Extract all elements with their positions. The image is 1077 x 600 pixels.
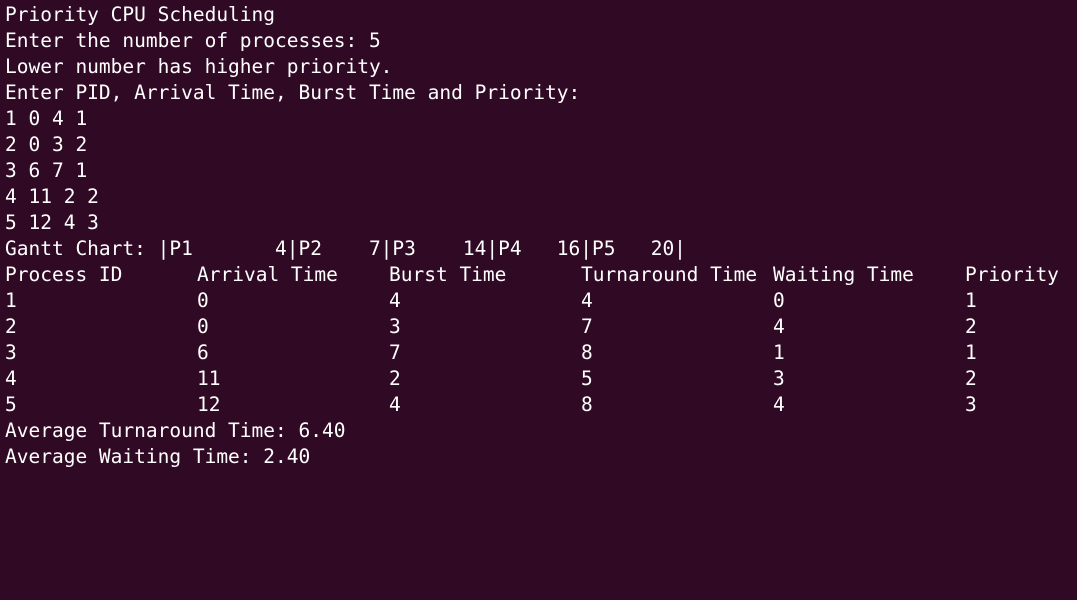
cell-burst-time: 3 [389,315,401,338]
cell-burst-time: 7 [389,341,401,364]
cell-burst-time: 4 [389,393,401,416]
header-priority: Priority [965,263,1059,286]
cell-turnaround-time: 8 [581,341,593,364]
cell-waiting-time: 4 [773,393,785,416]
cell-process-id: 5 [5,393,17,416]
input-line: 4 11 2 2 [5,185,99,208]
table-header-row: Process ID Arrival Time Burst Time Turna… [5,262,1077,288]
header-process-id: Process ID [5,263,123,286]
input-line: 5 12 4 3 [5,211,99,234]
cell-arrival-time: 12 [197,393,221,416]
cell-arrival-time: 11 [197,367,221,390]
cell-waiting-time: 3 [773,367,785,390]
table-row: 5 12 4 8 4 3 [5,392,1077,418]
cell-burst-time: 4 [389,289,401,312]
input-line: 2 0 3 2 [5,133,88,156]
input-prompt: Enter PID, Arrival Time, Burst Time and … [5,81,581,104]
input-line: 1 0 4 1 [5,107,88,130]
cell-turnaround-time: 7 [581,315,593,338]
gantt-chart-line: Gantt Chart: |P1 4|P2 7|P3 14|P4 16|P5 2… [5,237,686,260]
cell-arrival-time: 6 [197,341,209,364]
priority-note: Lower number has higher priority. [5,55,393,78]
program-title: Priority CPU Scheduling [5,3,276,26]
cell-turnaround-time: 8 [581,393,593,416]
cell-waiting-time: 1 [773,341,785,364]
table-row: 2 0 3 7 4 2 [5,314,1077,340]
cell-priority: 2 [965,367,977,390]
cell-priority: 2 [965,315,977,338]
cell-arrival-time: 0 [197,289,209,312]
cell-turnaround-time: 4 [581,289,593,312]
header-arrival-time: Arrival Time [197,263,338,286]
header-waiting-time: Waiting Time [773,263,914,286]
table-row: 1 0 4 4 0 1 [5,288,1077,314]
cell-process-id: 4 [5,367,17,390]
cell-priority: 3 [965,393,977,416]
cell-arrival-time: 0 [197,315,209,338]
input-line: 3 6 7 1 [5,159,88,182]
cell-process-id: 2 [5,315,17,338]
cell-burst-time: 2 [389,367,401,390]
header-turnaround-time: Turnaround Time [581,263,758,286]
cell-priority: 1 [965,289,977,312]
terminal-window[interactable]: Priority CPU Scheduling Enter the number… [0,0,1077,469]
cell-waiting-time: 0 [773,289,785,312]
process-count-prompt: Enter the number of processes: 5 [5,29,381,52]
average-waiting-time: Average Waiting Time: 2.40 [5,445,311,468]
average-turnaround-time: Average Turnaround Time: 6.40 [5,419,346,442]
cell-process-id: 1 [5,289,17,312]
cell-turnaround-time: 5 [581,367,593,390]
cell-priority: 1 [965,341,977,364]
cell-waiting-time: 4 [773,315,785,338]
table-row: 4 11 2 5 3 2 [5,366,1077,392]
header-burst-time: Burst Time [389,263,507,286]
table-row: 3 6 7 8 1 1 [5,340,1077,366]
cell-process-id: 3 [5,341,17,364]
